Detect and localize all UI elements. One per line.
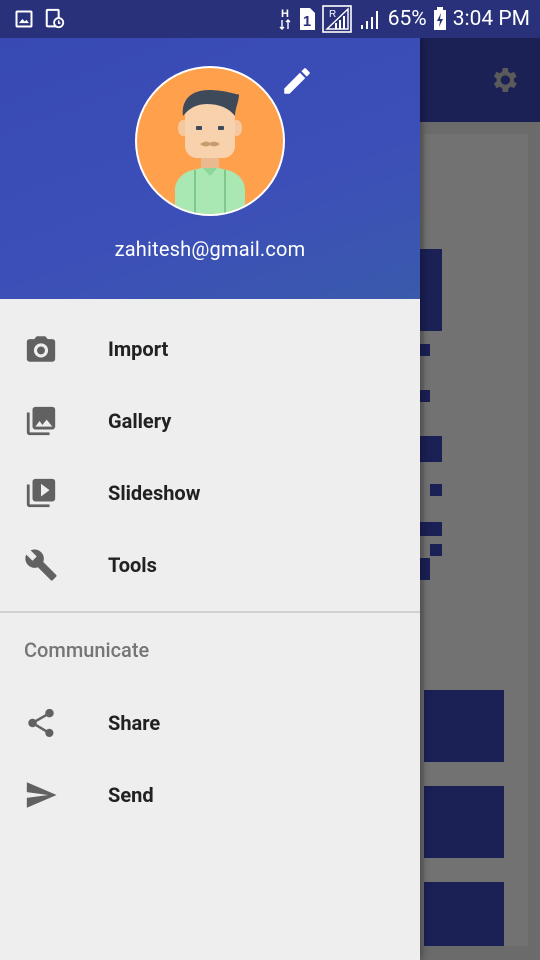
roaming-signal-icon: R xyxy=(321,5,352,33)
pencil-icon[interactable] xyxy=(280,64,314,98)
qr-fragment xyxy=(420,249,442,331)
section-header-communicate: Communicate xyxy=(24,638,150,662)
settings-gear-icon[interactable] xyxy=(488,64,520,96)
qr-fragment xyxy=(430,484,442,496)
sim-icon: 1 xyxy=(298,7,316,31)
svg-text:R: R xyxy=(329,9,336,20)
battery-charging-icon xyxy=(433,7,447,31)
menu-item-label: Share xyxy=(108,711,161,735)
status-bar: H 1 R 65% 3:04 PM xyxy=(0,0,540,38)
menu-item-slideshow[interactable]: Slideshow xyxy=(0,457,420,529)
clock: 3:04 PM xyxy=(452,7,530,31)
background-button[interactable] xyxy=(424,786,504,858)
qr-fragment xyxy=(420,558,430,580)
qr-fragment xyxy=(420,436,442,462)
menu-item-label: Tools xyxy=(108,553,157,577)
svg-text:1: 1 xyxy=(303,13,311,30)
qr-fragment xyxy=(420,390,430,402)
menu-item-send[interactable]: Send xyxy=(0,759,420,831)
share-icon xyxy=(0,706,108,740)
menu-item-share[interactable]: Share xyxy=(0,687,420,759)
qr-fragment xyxy=(430,544,442,556)
menu-item-tools[interactable]: Tools xyxy=(0,529,420,601)
gallery-icon xyxy=(0,404,108,438)
send-icon xyxy=(0,778,108,812)
menu-item-import[interactable]: Import xyxy=(0,313,420,385)
data-network-icon: H xyxy=(278,6,292,32)
menu-item-gallery[interactable]: Gallery xyxy=(0,385,420,457)
camera-icon xyxy=(0,332,108,366)
navigation-drawer: zahitesh@gmail.com Import Gallery Slides… xyxy=(0,38,420,960)
qr-fragment xyxy=(420,344,430,356)
background-button[interactable] xyxy=(424,882,504,946)
menu-item-label: Import xyxy=(108,337,169,361)
signal-strength-icon xyxy=(358,7,382,31)
schedule-notification-icon xyxy=(44,8,66,30)
wrench-icon xyxy=(0,548,108,582)
battery-percentage: 65% xyxy=(387,7,427,31)
drawer-header: zahitesh@gmail.com xyxy=(0,38,420,299)
slideshow-icon xyxy=(0,476,108,510)
menu-item-label: Slideshow xyxy=(108,481,201,505)
menu-item-label: Send xyxy=(108,783,154,807)
user-avatar[interactable] xyxy=(135,66,285,216)
user-email: zahitesh@gmail.com xyxy=(114,237,306,261)
image-notification-icon xyxy=(14,9,34,29)
background-button[interactable] xyxy=(424,690,504,762)
drawer-menu: Import Gallery Slideshow Tools Communica… xyxy=(0,299,420,831)
menu-item-label: Gallery xyxy=(108,409,172,433)
qr-fragment xyxy=(420,522,442,536)
svg-text:H: H xyxy=(281,8,289,20)
